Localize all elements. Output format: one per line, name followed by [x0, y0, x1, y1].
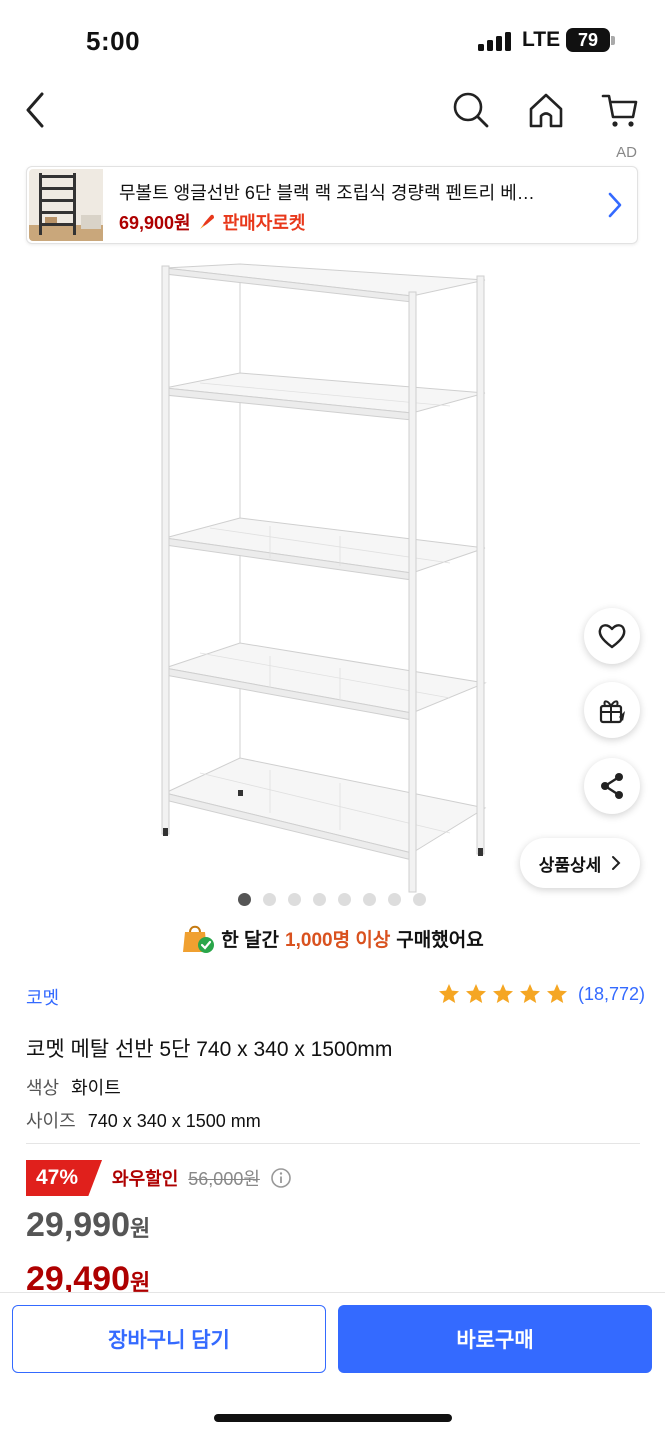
option-color[interactable]: 색상 화이트: [26, 1074, 121, 1100]
gift-icon: [599, 700, 625, 724]
divider: [26, 1143, 640, 1144]
gallery-pagination[interactable]: [238, 893, 426, 906]
cart-button[interactable]: [596, 86, 644, 134]
star-icon: [465, 984, 486, 1003]
ad-price: 69,900원: [119, 213, 191, 233]
gallery-dot[interactable]: [263, 893, 276, 906]
ad-title: 무볼트 앵글선반 6단 블랙 랙 조립식 경량랙 펜트리 베…: [119, 183, 535, 203]
ad-banner[interactable]: 무볼트 앵글선반 6단 블랙 랙 조립식 경량랙 펜트리 베… 69,900원 …: [26, 166, 638, 244]
battery-tip: [611, 36, 615, 45]
discount-row: 47% 와우할인 56,000원: [26, 1160, 292, 1196]
purchase-note-highlight: 1,000명 이상: [285, 929, 391, 951]
chevron-right-icon: [612, 856, 621, 870]
product-detail-button[interactable]: 상품상세: [520, 838, 640, 888]
wow-price-unit: 원: [130, 1270, 151, 1292]
discount-badge: 47%: [26, 1160, 103, 1196]
gallery-dot[interactable]: [338, 893, 351, 906]
star-icon: [438, 984, 459, 1003]
ad-thumbnail: [29, 169, 103, 241]
wow-price-value: 29,490: [26, 1260, 130, 1292]
add-to-cart-button[interactable]: 장바구니 담기: [12, 1305, 326, 1373]
ad-rocket-badge: 판매자로켓: [222, 213, 306, 233]
back-button[interactable]: [12, 86, 60, 134]
star-icon: [546, 984, 567, 1003]
star-icon: [519, 984, 540, 1003]
home-button[interactable]: [522, 86, 570, 134]
rating-stars: [437, 982, 569, 1006]
gallery-dot[interactable]: [288, 893, 301, 906]
gallery-dot[interactable]: [363, 893, 376, 906]
sale-price-unit: 원: [130, 1216, 151, 1241]
gallery-dot[interactable]: [388, 893, 401, 906]
product-detail-label: 상품상세: [538, 855, 602, 875]
ad-label: AD: [616, 144, 637, 161]
purchase-note-suffix: 구매했어요: [396, 929, 484, 951]
chevron-left-icon: [26, 92, 44, 128]
cart-icon: [601, 94, 638, 127]
search-button[interactable]: [447, 86, 495, 134]
sale-price: 29,990원: [26, 1206, 150, 1245]
share-icon: [601, 773, 623, 799]
search-icon: [453, 92, 489, 128]
rocket-icon: [199, 214, 214, 229]
gallery-dot[interactable]: [313, 893, 326, 906]
gallery-dot[interactable]: [413, 893, 426, 906]
buy-now-button[interactable]: 바로구매: [338, 1305, 652, 1373]
brand-link[interactable]: 코멧: [26, 984, 59, 1010]
signal-icon: [478, 31, 514, 51]
sale-price-value: 29,990: [26, 1206, 130, 1244]
gallery-dot-active[interactable]: [238, 893, 251, 906]
shopping-bag-check-icon: [183, 925, 215, 953]
wow-discount-label: 와우할인: [112, 1169, 179, 1189]
wow-price: 29,490원: [26, 1260, 150, 1292]
option-size[interactable]: 사이즈 740 x 340 x 1500 mm: [26, 1107, 261, 1133]
option-color-value: 화이트: [71, 1078, 121, 1098]
battery-icon: 79: [566, 28, 610, 52]
status-time: 5:00: [86, 26, 141, 56]
gift-button[interactable]: [584, 682, 640, 738]
purchase-count-note: 한 달간 1,000명 이상 구매했어요: [0, 922, 665, 954]
ad-price-row: 69,900원 판매자로켓: [119, 209, 305, 235]
info-icon[interactable]: [270, 1167, 292, 1189]
rating-summary[interactable]: (18,772): [437, 982, 645, 1006]
option-size-key: 사이즈: [26, 1111, 76, 1131]
chevron-right-icon: [608, 192, 622, 218]
original-price: 56,000원: [188, 1169, 260, 1189]
product-image[interactable]: [150, 258, 500, 898]
home-indicator[interactable]: [214, 1414, 452, 1422]
review-count: (18,772): [577, 983, 645, 1004]
option-size-value: 740 x 340 x 1500 mm: [87, 1111, 261, 1131]
heart-icon: [598, 624, 626, 649]
wishlist-button[interactable]: [584, 608, 640, 664]
star-icon: [492, 984, 513, 1003]
network-label: LTE: [522, 28, 561, 51]
product-title: 코멧 메탈 선반 5단 740 x 340 x 1500mm: [26, 1038, 393, 1061]
top-nav: [0, 80, 665, 140]
home-icon: [529, 93, 563, 128]
share-button[interactable]: [584, 758, 640, 814]
status-bar: 5:00 LTE 79: [0, 0, 665, 80]
purchase-note-prefix: 한 달간: [221, 929, 280, 951]
option-color-key: 색상: [26, 1078, 60, 1098]
